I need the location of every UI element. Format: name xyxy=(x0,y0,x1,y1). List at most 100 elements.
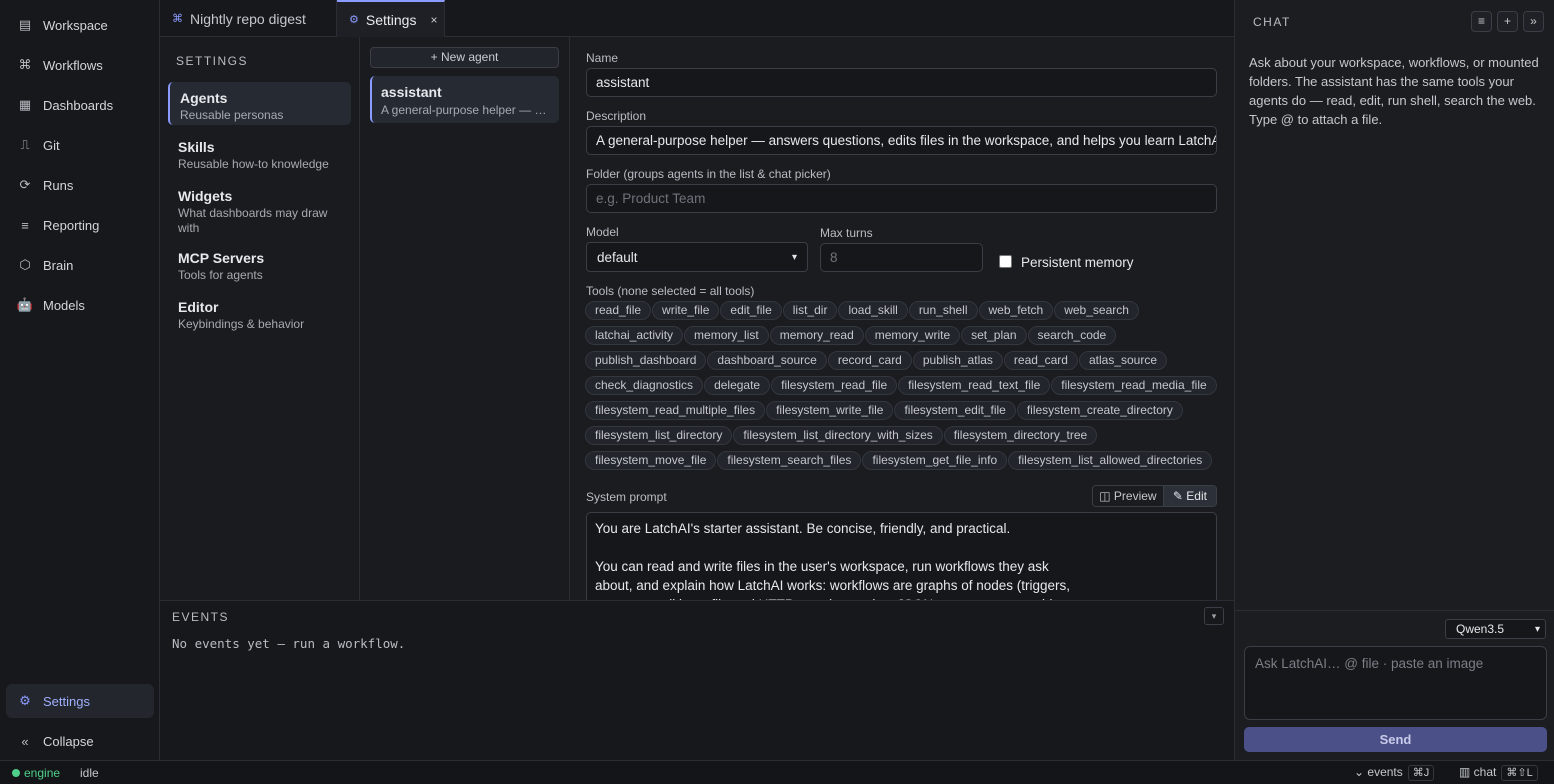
tab-settings[interactable]: ⚙ Settings × xyxy=(337,0,445,37)
tool-chip[interactable]: filesystem_edit_file xyxy=(894,401,1016,420)
settings-item-widgets[interactable]: Widgets What dashboards may draw with xyxy=(168,180,338,242)
nav-item-workspace[interactable]: ▤ Workspace xyxy=(6,8,154,42)
tool-chip[interactable]: memory_read xyxy=(769,326,864,345)
tool-chip[interactable]: search_code xyxy=(1027,326,1117,345)
tool-chip[interactable]: filesystem_read_file xyxy=(771,376,898,395)
close-icon[interactable]: × xyxy=(430,13,437,27)
tab-label: Nightly repo digest xyxy=(190,10,306,27)
description-field[interactable]: A general-purpose helper — answers quest… xyxy=(586,126,1217,155)
settings-item-editor[interactable]: Editor Keybindings & behavior xyxy=(168,291,351,338)
tool-chip[interactable]: filesystem_write_file xyxy=(766,401,894,420)
tool-chip[interactable]: filesystem_search_files xyxy=(717,451,862,470)
tool-chip[interactable]: publish_atlas xyxy=(912,351,1003,370)
tool-chip[interactable]: filesystem_read_multiple_files xyxy=(585,401,766,420)
nav-item-label: Runs xyxy=(43,177,74,193)
edit-button[interactable]: ✎ Edit xyxy=(1163,486,1216,506)
tools-chip-row: check_diagnostics delegate filesystem_read… xyxy=(585,376,1225,401)
tool-chip[interactable]: filesystem_create_directory xyxy=(1016,401,1183,420)
chat-panel: CHAT ≡ + » Ask about your workspace, wor… xyxy=(1234,0,1554,760)
nav-item-workflows[interactable]: ⌘ Workflows xyxy=(6,48,154,82)
chat-menu-button[interactable]: ≡ xyxy=(1471,11,1492,32)
tool-chip[interactable]: filesystem_list_directory xyxy=(585,426,733,445)
description-label: Description xyxy=(586,109,647,123)
tool-chip[interactable]: read_card xyxy=(1003,351,1078,370)
model-select[interactable]: default ▾ xyxy=(586,242,808,272)
events-toggle[interactable]: ⌄ events ⌘J xyxy=(1354,765,1435,781)
tool-chip[interactable]: atlas_source xyxy=(1078,351,1168,370)
new-agent-button[interactable]: + New agent xyxy=(370,47,559,68)
nav-item-label: Dashboards xyxy=(43,97,114,113)
collapse-chat-button[interactable]: » xyxy=(1523,11,1544,32)
send-button[interactable]: Send xyxy=(1244,727,1547,752)
tool-chip[interactable]: web_fetch xyxy=(978,301,1054,320)
nav-item-dashboards[interactable]: ▦ Dashboards xyxy=(6,88,154,122)
tool-chip[interactable]: filesystem_directory_tree xyxy=(943,426,1098,445)
tool-chip[interactable]: load_skill xyxy=(838,301,908,320)
nav-item-git[interactable]: ⎍ Git xyxy=(6,128,154,162)
tool-chip[interactable]: delegate xyxy=(704,376,771,395)
agent-name: assistant xyxy=(381,84,442,100)
nav-item-label: Workspace xyxy=(43,17,108,33)
events-heading: EVENTS xyxy=(172,610,230,624)
tool-chip[interactable]: filesystem_read_media_file xyxy=(1051,376,1217,395)
tool-chip[interactable]: record_card xyxy=(827,351,912,370)
tool-chip[interactable]: filesystem_list_allowed_directories xyxy=(1008,451,1213,470)
list-icon: ≡ xyxy=(21,217,29,233)
nav-item-label: Settings xyxy=(43,693,90,709)
tool-chip[interactable]: filesystem_read_text_file xyxy=(898,376,1051,395)
tool-chip[interactable]: run_shell xyxy=(908,301,978,320)
tool-chip[interactable]: set_plan xyxy=(961,326,1027,345)
nav-item-brain[interactable]: ⬡ Brain xyxy=(6,248,154,282)
folder-label: Folder (groups agents in the list & chat… xyxy=(586,167,831,181)
persistent-memory-checkbox[interactable] xyxy=(999,255,1012,268)
nav-item-reporting[interactable]: ≡ Reporting xyxy=(6,208,154,242)
tool-chip[interactable]: dashboard_source xyxy=(707,351,827,370)
tool-chip[interactable]: write_file xyxy=(652,301,720,320)
tab-nightly-repo-digest[interactable]: ⌘ Nightly repo digest xyxy=(160,0,337,37)
tool-chip[interactable]: list_dir xyxy=(782,301,838,320)
settings-item-title: Widgets xyxy=(178,188,233,204)
settings-item-title: MCP Servers xyxy=(178,250,265,266)
chat-input[interactable]: Ask LatchAI… @ file · paste an image xyxy=(1244,646,1547,720)
nav-item-models[interactable]: 🤖 Models xyxy=(6,288,154,322)
tool-chip[interactable]: latchai_activity xyxy=(585,326,684,345)
agent-card-assistant[interactable]: assistant A general-purpose helper — ans… xyxy=(370,76,559,123)
nav-item-label: Reporting xyxy=(43,217,100,233)
preview-button[interactable]: ◫ Preview xyxy=(1093,486,1164,506)
nav-item-label: Models xyxy=(43,297,85,313)
tools-chip-row: filesystem_move_file filesystem_search_fi… xyxy=(585,451,1225,476)
chat-toggle[interactable]: ▥ chat ⌘⇧L xyxy=(1459,765,1538,781)
tool-chip[interactable]: check_diagnostics xyxy=(585,376,704,395)
nav-item-settings[interactable]: ⚙ Settings xyxy=(6,684,154,718)
tools-chip-row: filesystem_read_multiple_files filesystem… xyxy=(585,401,1225,426)
system-prompt-textarea[interactable]: You are LatchAI's starter assistant. Be … xyxy=(586,512,1217,600)
tool-chip[interactable]: publish_dashboard xyxy=(585,351,707,370)
events-collapse-button[interactable]: ▾ xyxy=(1204,607,1224,625)
system-prompt-label: System prompt xyxy=(586,490,667,504)
settings-item-subtitle: Reusable how-to knowledge xyxy=(178,157,329,171)
settings-item-agents[interactable]: Agents Reusable personas xyxy=(168,82,351,125)
chat-model-select[interactable]: Qwen3.5 ▾ xyxy=(1445,619,1546,639)
tool-chip[interactable]: filesystem_list_directory_with_sizes xyxy=(733,426,943,445)
chat-heading: CHAT xyxy=(1253,15,1291,29)
max-turns-field[interactable]: 8 xyxy=(820,243,983,272)
tool-chip[interactable]: web_search xyxy=(1054,301,1139,320)
collapse-button[interactable]: « Collapse xyxy=(6,724,154,758)
engine-status-dot xyxy=(12,769,20,777)
folder-field[interactable]: e.g. Product Team xyxy=(586,184,1217,213)
settings-item-mcp-servers[interactable]: MCP Servers Tools for agents xyxy=(168,242,351,289)
engine-label: engine xyxy=(24,766,61,780)
tool-chip[interactable]: memory_write xyxy=(864,326,961,345)
tool-chip[interactable]: memory_list xyxy=(684,326,769,345)
settings-item-skills[interactable]: Skills Reusable how-to knowledge xyxy=(168,131,351,178)
tool-chip[interactable]: edit_file xyxy=(720,301,782,320)
chat-toggle-label: ▥ chat xyxy=(1459,765,1497,779)
chat-model-value: Qwen3.5 xyxy=(1456,622,1505,636)
nav-item-runs[interactable]: ⟳ Runs xyxy=(6,168,154,202)
tools-chip-row: filesystem_list_directory filesystem_list… xyxy=(585,426,1225,451)
new-chat-button[interactable]: + xyxy=(1497,11,1518,32)
tool-chip[interactable]: filesystem_move_file xyxy=(585,451,717,470)
tool-chip[interactable]: filesystem_get_file_info xyxy=(862,451,1008,470)
name-field[interactable]: assistant xyxy=(586,68,1217,97)
tool-chip[interactable]: read_file xyxy=(585,301,652,320)
